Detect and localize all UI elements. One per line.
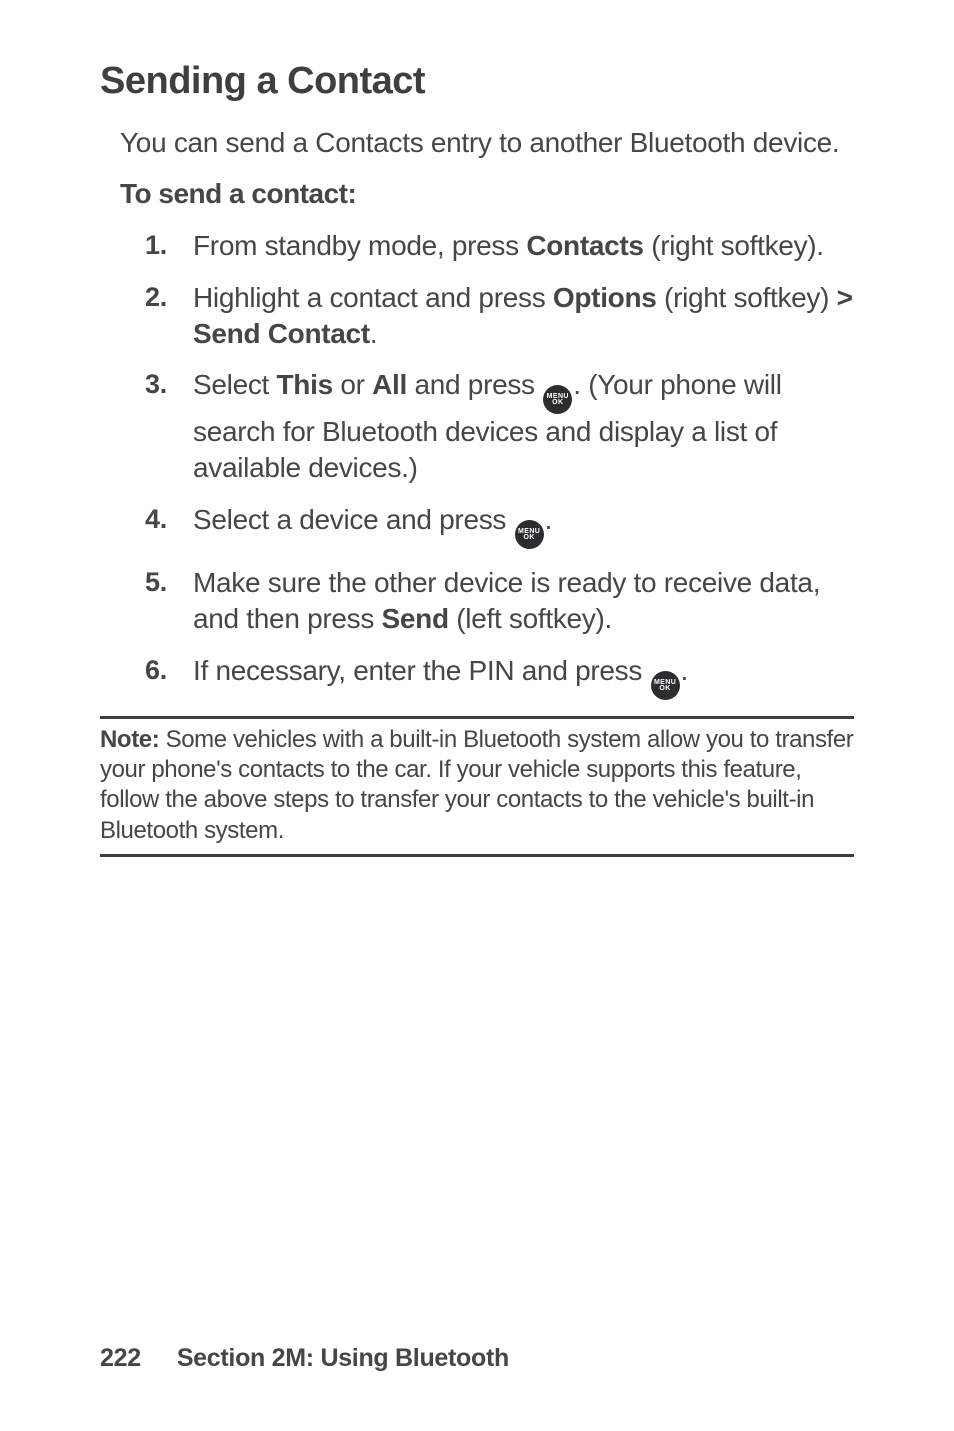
step-5: 5. Make sure the other device is ready t… xyxy=(145,565,854,637)
page-footer: 222 Section 2M: Using Bluetooth xyxy=(100,1344,509,1373)
option-label: All xyxy=(372,369,407,400)
step-number: 2. xyxy=(145,280,193,315)
step-text: . xyxy=(681,655,688,686)
step-2: 2. Highlight a contact and press Options… xyxy=(145,280,854,352)
step-text: If necessary, enter the PIN and press xyxy=(193,655,650,686)
step-body: Make sure the other device is ready to r… xyxy=(193,565,854,637)
icon-text-bottom: OK xyxy=(659,685,670,692)
intro-text: You can send a Contacts entry to another… xyxy=(120,125,854,160)
step-number: 5. xyxy=(145,565,193,600)
step-3: 3. Select This or All and press MENUOK. … xyxy=(145,367,854,486)
step-body: Select This or All and press MENUOK. (Yo… xyxy=(193,367,854,486)
step-text: (left softkey). xyxy=(449,603,612,634)
step-6: 6. If necessary, enter the PIN and press… xyxy=(145,653,854,700)
softkey-label: Send xyxy=(382,603,449,634)
page-number: 222 xyxy=(100,1344,141,1373)
softkey-label: Contacts xyxy=(526,230,643,261)
step-number: 1. xyxy=(145,228,193,263)
icon-text-bottom: OK xyxy=(523,534,534,541)
step-body: From standby mode, press Contacts (right… xyxy=(193,228,854,264)
step-text: (right softkey) xyxy=(657,282,837,313)
step-text: (right softkey). xyxy=(644,230,824,261)
step-text: and press xyxy=(407,369,542,400)
note-label: Note: xyxy=(100,726,159,753)
icon-text-bottom: OK xyxy=(552,399,563,406)
note-block: Note: Some vehicles with a built-in Blue… xyxy=(100,716,854,857)
page: Sending a Contact You can send a Contact… xyxy=(0,0,954,1431)
option-label: This xyxy=(277,369,333,400)
step-number: 4. xyxy=(145,502,193,537)
step-number: 3. xyxy=(145,367,193,402)
softkey-label: Options xyxy=(553,282,657,313)
step-text: or xyxy=(333,369,372,400)
step-4: 4. Select a device and press MENUOK. xyxy=(145,502,854,549)
step-text: Highlight a contact and press xyxy=(193,282,553,313)
step-body: Select a device and press MENUOK. xyxy=(193,502,854,549)
step-1: 1. From standby mode, press Contacts (ri… xyxy=(145,228,854,264)
step-text: Select xyxy=(193,369,277,400)
menu-ok-key-icon: MENUOK xyxy=(543,385,572,414)
steps-list: 1. From standby mode, press Contacts (ri… xyxy=(145,228,854,700)
step-text: . xyxy=(545,504,552,535)
note-text: Some vehicles with a built-in Bluetooth … xyxy=(100,726,853,844)
menu-ok-key-icon: MENUOK xyxy=(651,671,680,700)
section-title: Section 2M: Using Bluetooth xyxy=(177,1344,509,1373)
section-heading: Sending a Contact xyxy=(100,60,854,103)
step-body: Highlight a contact and press Options (r… xyxy=(193,280,854,352)
step-text: From standby mode, press xyxy=(193,230,526,261)
step-number: 6. xyxy=(145,653,193,688)
menu-ok-key-icon: MENUOK xyxy=(515,520,544,549)
step-text: . xyxy=(370,318,377,349)
step-body: If necessary, enter the PIN and press ME… xyxy=(193,653,854,700)
step-text: Select a device and press xyxy=(193,504,514,535)
procedure-subhead: To send a contact: xyxy=(120,178,854,210)
